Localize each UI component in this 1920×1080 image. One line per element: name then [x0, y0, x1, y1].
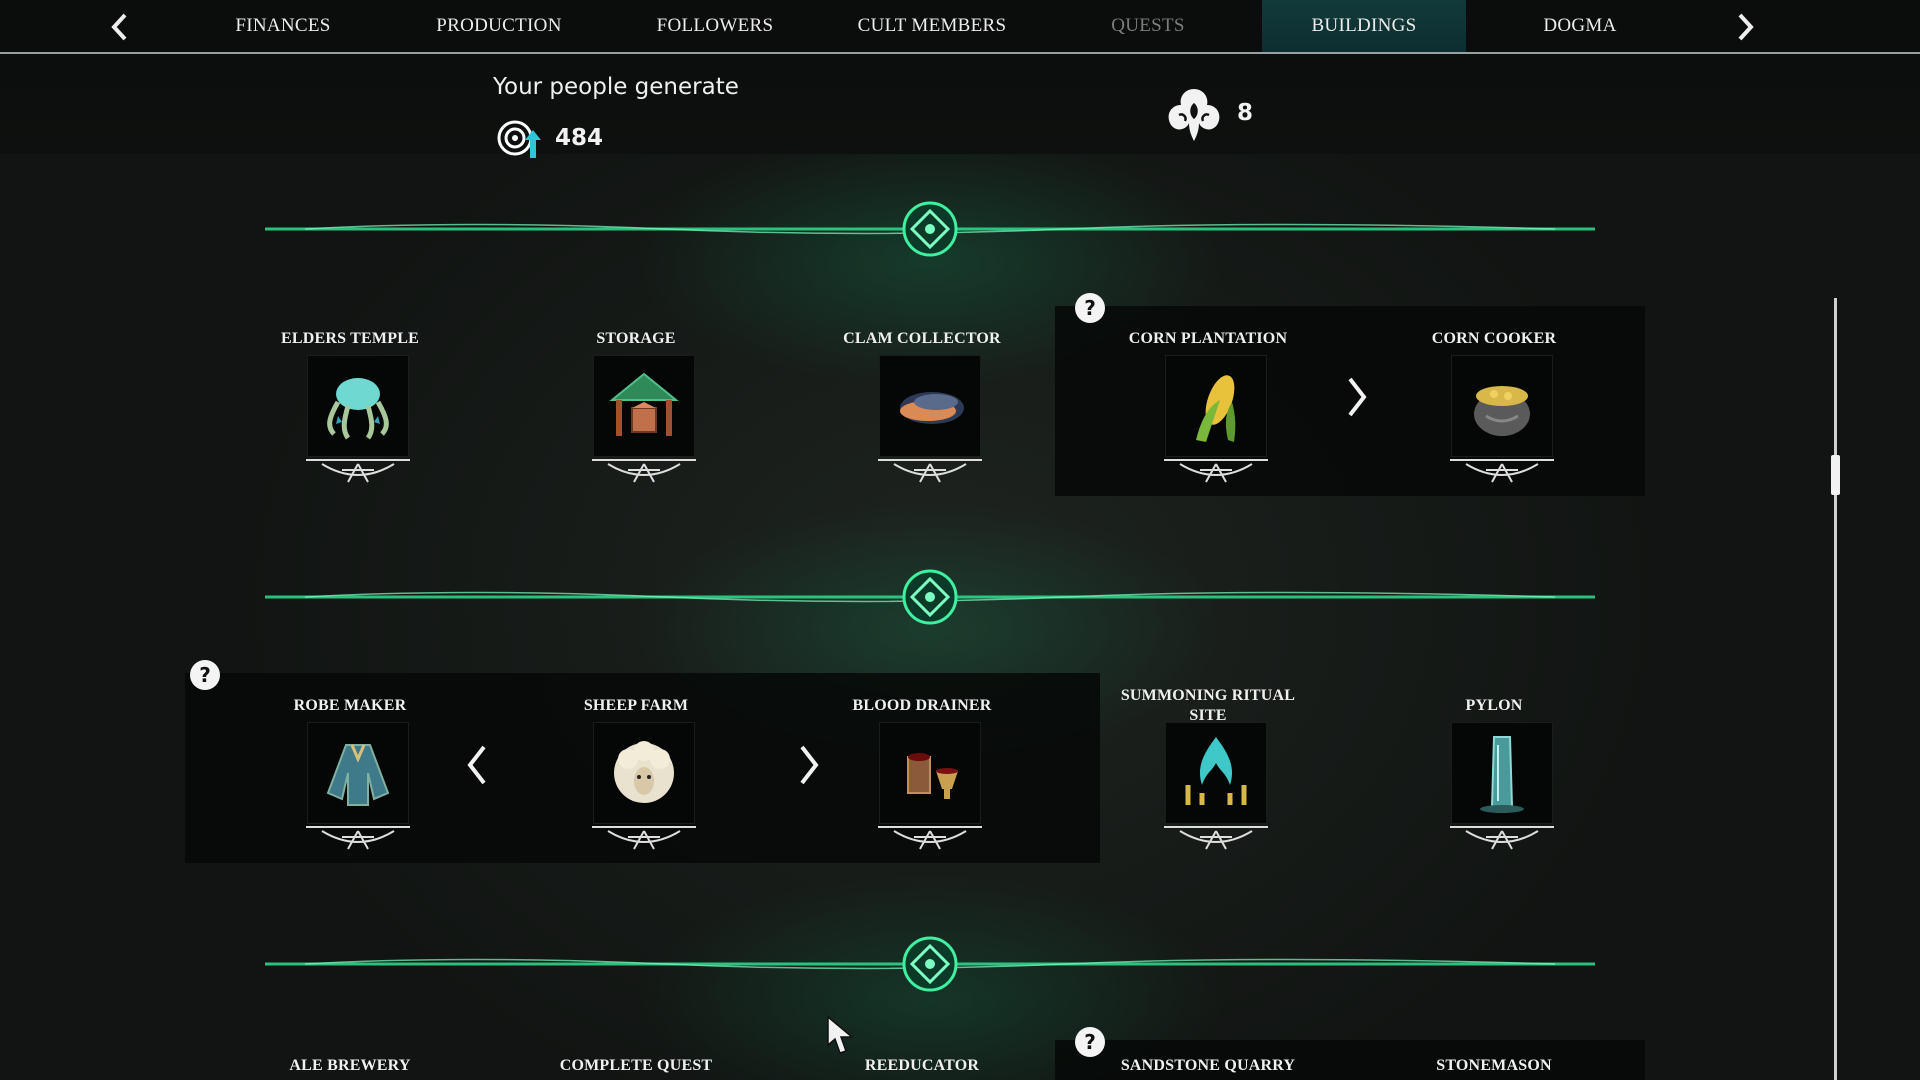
- tab-finances[interactable]: FINANCES: [181, 0, 385, 52]
- chevron-left-icon[interactable]: [100, 8, 140, 44]
- tab-buildings[interactable]: BUILDINGS: [1262, 0, 1466, 52]
- building-name: ELDERS TEMPLE: [281, 330, 419, 347]
- background: [0, 0, 1920, 1080]
- cooking-pot-icon[interactable]: [1451, 355, 1553, 457]
- building-name: SHEEP FARM: [583, 697, 689, 714]
- chevron-right-icon[interactable]: [1725, 8, 1765, 44]
- chain-arrow-right-icon: [794, 743, 824, 793]
- scrollbar-thumb[interactable]: [1831, 455, 1840, 495]
- building-name: PYLON: [1465, 697, 1523, 714]
- tab-cult-members[interactable]: CULT MEMBERS: [830, 0, 1034, 52]
- ornament-icon: [1450, 826, 1554, 850]
- building-name: ROBE MAKER: [293, 697, 407, 714]
- building-name: ALE BREWERY: [289, 1057, 411, 1074]
- faith-value: 8: [1237, 100, 1254, 126]
- building-name: STORAGE: [596, 330, 676, 347]
- ornament-icon: [306, 826, 410, 850]
- building-name: BLOOD DRAINER: [852, 697, 992, 714]
- ornament-icon: [1164, 459, 1268, 483]
- mouse-cursor-icon: [827, 1015, 855, 1054]
- building-name: REEDUCATOR: [864, 1057, 980, 1074]
- ritual-flame-icon[interactable]: [1165, 722, 1267, 824]
- building-name: STONEMASON: [1436, 1057, 1552, 1074]
- building-name: COMPLETE QUEST: [559, 1057, 713, 1074]
- generate-title: Your people generate: [493, 74, 739, 100]
- pylon-icon[interactable]: [1451, 722, 1553, 824]
- building-name: CORN PLANTATION: [1128, 330, 1288, 347]
- clam-icon[interactable]: [879, 355, 981, 457]
- ornament-icon: [1450, 459, 1554, 483]
- chain-arrow-left-icon: [462, 743, 492, 793]
- tab-followers[interactable]: FOLLOWERS: [613, 0, 817, 52]
- building-name: CLAM COLLECTOR: [843, 330, 1001, 347]
- help-icon[interactable]: ?: [190, 660, 220, 690]
- octopus-temple-icon[interactable]: [307, 355, 409, 457]
- stats-panel: [0, 54, 1920, 154]
- chain-arrow-icon: [1342, 375, 1372, 425]
- tab-quests[interactable]: QUESTS: [1046, 0, 1250, 52]
- blood-cups-icon[interactable]: [879, 722, 981, 824]
- ornament-icon: [592, 826, 696, 850]
- corn-icon[interactable]: [1165, 355, 1267, 457]
- influence-icon: [497, 120, 541, 158]
- ornament-icon: [592, 459, 696, 483]
- tier-divider: [265, 936, 1595, 992]
- storage-crate-icon[interactable]: [593, 355, 695, 457]
- building-name: SANDSTONE QUARRY: [1120, 1057, 1296, 1074]
- generate-value: 484: [555, 125, 604, 151]
- tier-divider: [265, 201, 1595, 257]
- ornament-icon: [878, 826, 982, 850]
- help-icon[interactable]: ?: [1075, 1027, 1105, 1057]
- scrollbar-track[interactable]: [1834, 298, 1837, 1080]
- robe-icon[interactable]: [307, 722, 409, 824]
- ornament-icon: [1164, 826, 1268, 850]
- help-icon[interactable]: ?: [1075, 293, 1105, 323]
- ornament-icon: [306, 459, 410, 483]
- building-name: SUMMONING RITUAL: [1120, 687, 1296, 704]
- tier-divider: [265, 569, 1595, 625]
- ornament-icon: [878, 459, 982, 483]
- sheep-icon[interactable]: [593, 722, 695, 824]
- tab-dogma[interactable]: DOGMA: [1478, 0, 1682, 52]
- tab-production[interactable]: PRODUCTION: [397, 0, 601, 52]
- building-name: CORN COOKER: [1431, 330, 1557, 347]
- top-nav: FINANCES PRODUCTION FOLLOWERS CULT MEMBE…: [0, 0, 1920, 54]
- cult-emblem-icon: [1168, 89, 1220, 141]
